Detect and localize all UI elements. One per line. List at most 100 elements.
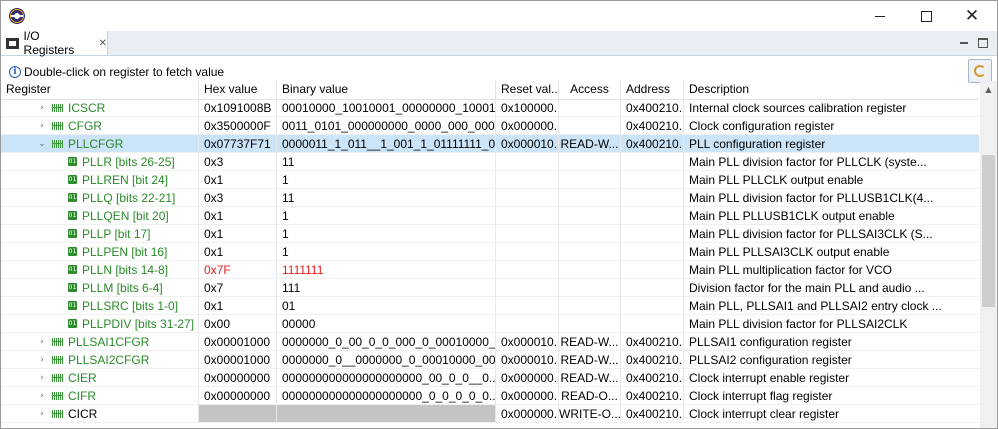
- address-cell: 0x400210...: [621, 117, 684, 135]
- eclipse-icon: [9, 8, 25, 24]
- binary-value-cell: 0000000_0_00_0_0_000_0_00010000_000...: [277, 333, 496, 351]
- minimize-button[interactable]: [857, 1, 903, 31]
- register-name: PLLSAI1CFGR: [68, 335, 150, 349]
- hex-value-cell: 0x00000000: [199, 387, 277, 405]
- description-cell: Internal clock sources calibration regis…: [684, 99, 979, 117]
- field-row[interactable]: 01 PLLN [bits 14-8] 0x7F 1111111 Main PLL mu…: [1, 261, 979, 279]
- field-row[interactable]: 01 PLLP [bit 17] 0x1 1 Main PLL division fac…: [1, 225, 979, 243]
- column-header-description[interactable]: Description: [684, 81, 979, 99]
- view-minimize-icon[interactable]: [959, 35, 969, 49]
- register-row[interactable]: › ICSCR 0x1091008B 00010000_10010001_000000…: [1, 99, 979, 117]
- register-name: CIFR: [68, 389, 96, 403]
- expand-chevron-icon[interactable]: ›: [37, 355, 47, 365]
- access-cell: [559, 279, 621, 297]
- column-header-register[interactable]: Register: [1, 81, 199, 99]
- field-row[interactable]: 01 PLLQ [bits 22-21] 0x3 11 Main PLL divisio…: [1, 189, 979, 207]
- access-cell: [559, 99, 621, 117]
- description-cell: Main PLL PLLCLK output enable: [684, 171, 979, 189]
- bitfield-name: PLLSRC [bits 1-0]: [82, 299, 179, 313]
- address-cell: 0x400210...: [621, 387, 684, 405]
- description-cell: Main PLL PLLSAI3CLK output enable: [684, 243, 979, 261]
- bitfield-name: PLLP [bit 17]: [82, 227, 151, 241]
- close-icon: ✕: [964, 5, 980, 26]
- reset-value-cell: 0x100000...: [496, 99, 559, 117]
- access-cell: READ-W...: [559, 333, 621, 351]
- table-header: Register Hex value Binary value Reset va…: [1, 81, 979, 100]
- field-row[interactable]: 01 PLLR [bits 26-25] 0x3 11 Main PLL divisio…: [1, 153, 979, 171]
- binary-value-cell: 1111111: [277, 261, 496, 279]
- register-name: CIER: [68, 371, 97, 385]
- register-icon: [52, 392, 63, 400]
- register-row[interactable]: › CIER 0x00000000 000000000000000000000_00_…: [1, 369, 979, 387]
- address-cell: [621, 225, 684, 243]
- scroll-up-arrow-icon[interactable]: ▲: [980, 81, 997, 98]
- expand-chevron-icon[interactable]: ›: [37, 337, 47, 347]
- binary-value-cell: 111: [277, 279, 496, 297]
- column-header-binary-value[interactable]: Binary value: [277, 81, 496, 99]
- register-row[interactable]: › CFGR 0x3500000F 0011_0101_000000000_0000_…: [1, 117, 979, 135]
- register-name-cell: › PLLSAI1CFGR: [1, 333, 199, 351]
- reset-value-cell: [496, 171, 559, 189]
- register-name-cell: › PLLSAI2CFGR: [1, 351, 199, 369]
- tab-close-icon[interactable]: ✕: [99, 38, 107, 49]
- field-row[interactable]: 01 PLLM [bits 6-4] 0x7 111 Division factor f…: [1, 279, 979, 297]
- reset-value-cell: 0x000000...: [496, 387, 559, 405]
- hex-value-cell: 0x7: [199, 279, 277, 297]
- register-name-cell: 01 PLLPDIV [bits 31-27]: [1, 315, 199, 333]
- register-name-cell: 01 PLLQ [bits 22-21]: [1, 189, 199, 207]
- bitfield-icon: 01: [68, 229, 77, 238]
- vertical-scrollbar[interactable]: ▲: [980, 81, 997, 428]
- bitfield-icon: 01: [68, 175, 77, 184]
- column-header-reset-value[interactable]: Reset val...: [496, 81, 559, 99]
- address-cell: 0x400210...: [621, 369, 684, 387]
- field-row[interactable]: 01 PLLQEN [bit 20] 0x1 1 Main PLL PLLUSB1CLK…: [1, 207, 979, 225]
- register-row[interactable]: › CICR 0x000000... WRITE-O... 0x400210... Clo…: [1, 405, 979, 423]
- access-cell: [559, 261, 621, 279]
- field-row[interactable]: 01 PLLPDIV [bits 31-27] 0x00 00000 Main PLL …: [1, 315, 979, 333]
- expand-chevron-icon[interactable]: ›: [37, 409, 47, 419]
- register-row[interactable]: ⌄ PLLCFGR 0x07737F71 0000011_1_011__1_001_1…: [1, 135, 979, 153]
- expand-chevron-icon[interactable]: ›: [37, 391, 47, 401]
- bitfield-icon: 01: [68, 301, 77, 310]
- field-row[interactable]: 01 PLLREN [bit 24] 0x1 1 Main PLL PLLCLK out…: [1, 171, 979, 189]
- field-row[interactable]: 01 PLLPEN [bit 16] 0x1 1 Main PLL PLLSAI3CLK…: [1, 243, 979, 261]
- column-header-hex-value[interactable]: Hex value: [199, 81, 277, 99]
- address-cell: 0x400210...: [621, 333, 684, 351]
- register-row[interactable]: › PLLSAI1CFGR 0x00001000 0000000_0_00_0_0_0…: [1, 333, 979, 351]
- register-name: PLLSAI2CFGR: [68, 353, 150, 367]
- bitfield-name: PLLQEN [bit 20]: [82, 209, 169, 223]
- bitfield-icon: 01: [68, 193, 77, 202]
- field-row[interactable]: 01 PLLSRC [bits 1-0] 0x1 01 Main PLL, PLLSAI…: [1, 297, 979, 315]
- column-header-address[interactable]: Address: [621, 81, 684, 99]
- access-cell: READ-W...: [559, 135, 621, 153]
- reset-value-cell: [496, 189, 559, 207]
- bitfield-name: PLLM [bits 6-4]: [82, 281, 163, 295]
- title-bar: ✕: [1, 1, 997, 31]
- tab-io-registers[interactable]: I/O Registers ✕: [1, 29, 108, 57]
- maximize-button[interactable]: [903, 1, 949, 31]
- binary-value-cell: 000000000000000000000_0_0_0_0_0...: [277, 387, 496, 405]
- scrollbar-thumb[interactable]: [982, 155, 995, 307]
- collapse-chevron-icon[interactable]: ⌄: [37, 139, 47, 149]
- close-button[interactable]: ✕: [949, 1, 995, 31]
- hex-value-cell: 0x07737F71: [199, 135, 277, 153]
- register-row[interactable]: › PLLSAI2CFGR 0x00001000 0000000_0__0000000…: [1, 351, 979, 369]
- binary-value-cell: 1: [277, 243, 496, 261]
- hex-value-cell: 0x1: [199, 207, 277, 225]
- bitfield-name: PLLN [bits 14-8]: [82, 263, 169, 277]
- bitfield-icon: 01: [68, 247, 77, 256]
- hex-value-cell: 0x00001000: [199, 351, 277, 369]
- register-name-cell: 01 PLLSRC [bits 1-0]: [1, 297, 199, 315]
- expand-chevron-icon[interactable]: ›: [37, 121, 47, 131]
- expand-chevron-icon[interactable]: ›: [37, 373, 47, 383]
- bitfield-name: PLLREN [bit 24]: [82, 173, 169, 187]
- access-cell: READ-W...: [559, 351, 621, 369]
- expand-chevron-icon[interactable]: ›: [37, 103, 47, 113]
- register-row[interactable]: › CIFR 0x00000000 000000000000000000000_0_0…: [1, 387, 979, 405]
- binary-value-cell: 11: [277, 153, 496, 171]
- view-maximize-icon[interactable]: [978, 38, 988, 48]
- column-header-access[interactable]: Access: [559, 81, 621, 99]
- reset-value-cell: [496, 207, 559, 225]
- binary-value-cell: 0000011_1_011__1_001_1_01111111_01...: [277, 135, 496, 153]
- refresh-button[interactable]: [968, 59, 992, 83]
